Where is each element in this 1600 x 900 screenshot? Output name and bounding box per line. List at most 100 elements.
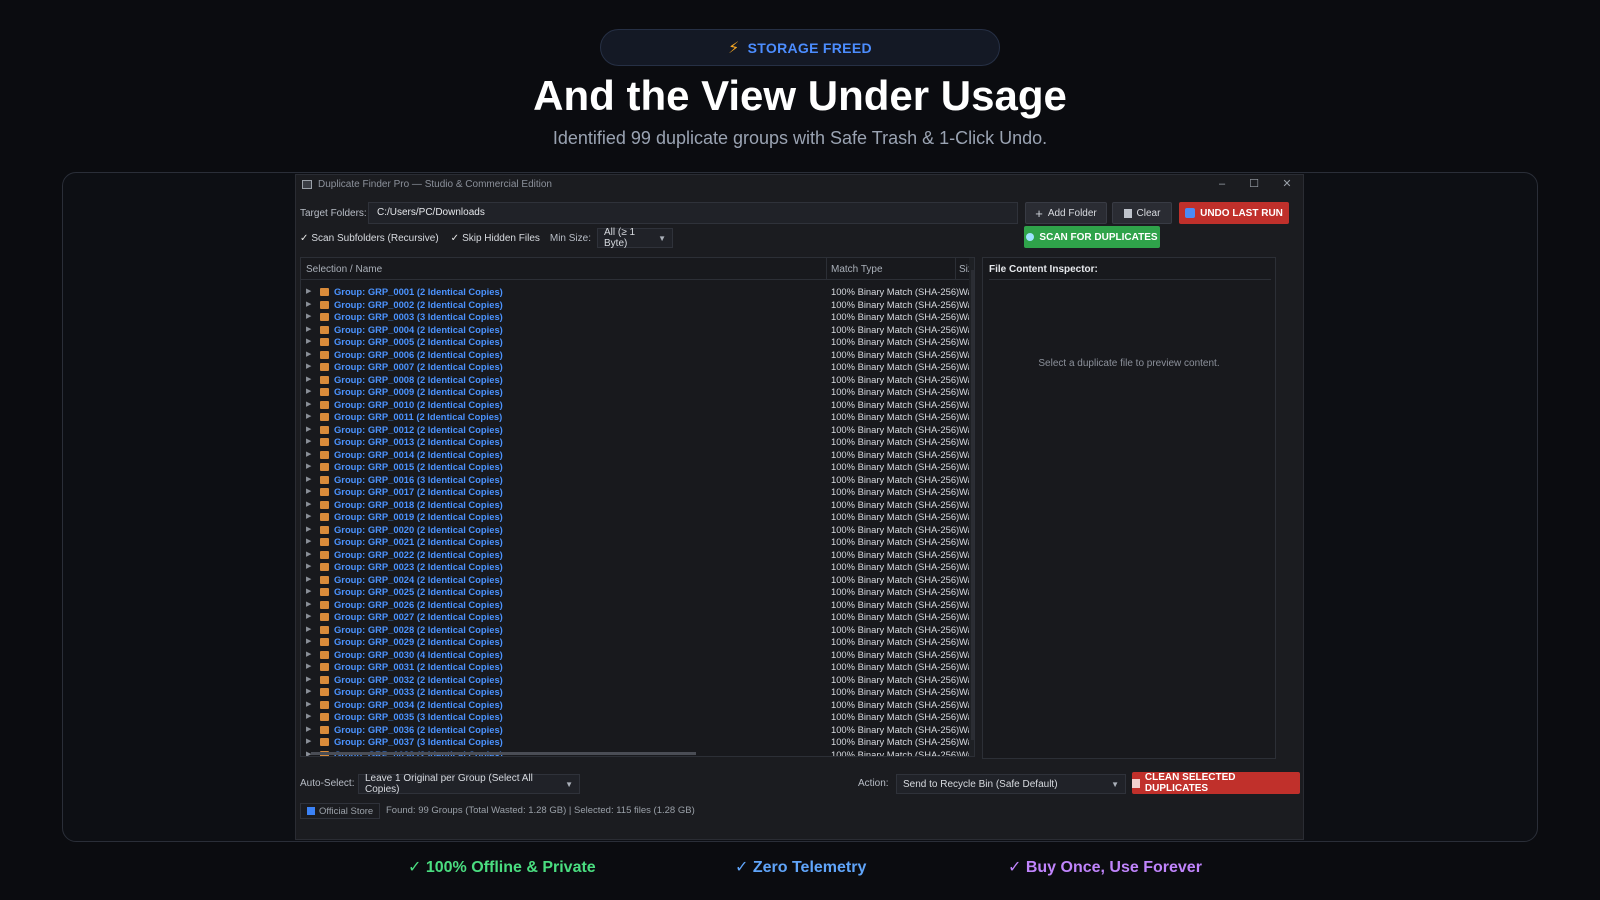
scan-subfolders-checkbox[interactable]: ✓ Scan Subfolders (Recursive) xyxy=(300,233,439,244)
expand-arrow-icon[interactable]: ▶ xyxy=(306,686,311,699)
expand-arrow-icon[interactable]: ▶ xyxy=(306,324,311,337)
table-row[interactable]: ▶ Group: GRP_0023 (2 Identical Copies) 100… xyxy=(301,561,973,574)
table-row[interactable]: ▶ Group: GRP_0006 (2 Identical Copies) 100… xyxy=(301,349,973,362)
column-selection-name[interactable]: Selection / Name xyxy=(306,264,382,275)
expand-arrow-icon[interactable]: ▶ xyxy=(306,299,311,312)
expand-arrow-icon[interactable]: ▶ xyxy=(306,474,311,487)
official-store-link[interactable]: Official Store xyxy=(300,803,381,819)
table-row[interactable]: ▶ Group: GRP_0010 (2 Identical Copies) 100… xyxy=(301,399,973,412)
expand-arrow-icon[interactable]: ▶ xyxy=(306,336,311,349)
window-title: Duplicate Finder Pro — Studio & Commerci… xyxy=(318,178,552,190)
table-row[interactable]: ▶ Group: GRP_0011 (2 Identical Copies) 100… xyxy=(301,411,973,424)
scrollbar-thumb[interactable] xyxy=(971,270,974,740)
duplicate-groups-tree[interactable]: Selection / Name Match Type Siz ▶ Group: … xyxy=(300,257,975,757)
expand-arrow-icon[interactable]: ▶ xyxy=(306,711,311,724)
expand-arrow-icon[interactable]: ▶ xyxy=(306,611,311,624)
expand-arrow-icon[interactable]: ▶ xyxy=(306,424,311,437)
expand-arrow-icon[interactable]: ▶ xyxy=(306,699,311,712)
table-row[interactable]: ▶ Group: GRP_0024 (2 Identical Copies) 100… xyxy=(301,574,973,587)
min-size-dropdown[interactable]: All (≥ 1 Byte) ▼ xyxy=(597,227,673,249)
table-row[interactable]: ▶ Group: GRP_0037 (3 Identical Copies) 100… xyxy=(301,736,973,749)
table-row[interactable]: ▶ Group: GRP_0019 (2 Identical Copies) 100… xyxy=(301,511,973,524)
table-row[interactable]: ▶ Group: GRP_0015 (2 Identical Copies) 100… xyxy=(301,461,973,474)
undo-last-run-button[interactable]: UNDO LAST RUN xyxy=(1179,202,1289,224)
table-row[interactable]: ▶ Group: GRP_0002 (2 Identical Copies) 100… xyxy=(301,299,973,312)
expand-arrow-icon[interactable]: ▶ xyxy=(306,661,311,674)
expand-arrow-icon[interactable]: ▶ xyxy=(306,561,311,574)
table-row[interactable]: ▶ Group: GRP_0034 (2 Identical Copies) 100… xyxy=(301,699,973,712)
expand-arrow-icon[interactable]: ▶ xyxy=(306,499,311,512)
action-dropdown[interactable]: Send to Recycle Bin (Safe Default) ▼ xyxy=(896,774,1126,794)
scan-for-duplicates-button[interactable]: SCAN FOR DUPLICATES xyxy=(1024,226,1160,248)
scrollbar-thumb[interactable] xyxy=(311,752,696,755)
table-row[interactable]: ▶ Group: GRP_0020 (2 Identical Copies) 100… xyxy=(301,524,973,537)
clean-selected-duplicates-button[interactable]: CLEAN SELECTED DUPLICATES xyxy=(1132,772,1300,794)
expand-arrow-icon[interactable]: ▶ xyxy=(306,724,311,737)
table-row[interactable]: ▶ Group: GRP_0009 (2 Identical Copies) 100… xyxy=(301,386,973,399)
table-row[interactable]: ▶ Group: GRP_0008 (2 Identical Copies) 100… xyxy=(301,374,973,387)
maximize-button[interactable]: ☐ xyxy=(1238,175,1270,193)
expand-arrow-icon[interactable]: ▶ xyxy=(306,411,311,424)
expand-arrow-icon[interactable]: ▶ xyxy=(306,461,311,474)
table-row[interactable]: ▶ Group: GRP_0017 (2 Identical Copies) 100… xyxy=(301,486,973,499)
expand-arrow-icon[interactable]: ▶ xyxy=(306,649,311,662)
table-row[interactable]: ▶ Group: GRP_0016 (3 Identical Copies) 100… xyxy=(301,474,973,487)
table-row[interactable]: ▶ Group: GRP_0028 (2 Identical Copies) 100… xyxy=(301,624,973,637)
expand-arrow-icon[interactable]: ▶ xyxy=(306,449,311,462)
expand-arrow-icon[interactable]: ▶ xyxy=(306,436,311,449)
expand-arrow-icon[interactable]: ▶ xyxy=(306,636,311,649)
expand-arrow-icon[interactable]: ▶ xyxy=(306,511,311,524)
expand-arrow-icon[interactable]: ▶ xyxy=(306,386,311,399)
expand-arrow-icon[interactable]: ▶ xyxy=(306,311,311,324)
close-button[interactable]: ✕ xyxy=(1271,175,1303,193)
column-divider[interactable] xyxy=(955,258,956,280)
horizontal-scrollbar[interactable] xyxy=(301,749,969,756)
table-row[interactable]: ▶ Group: GRP_0004 (2 Identical Copies) 100… xyxy=(301,324,973,337)
expand-arrow-icon[interactable]: ▶ xyxy=(306,536,311,549)
table-row[interactable]: ▶ Group: GRP_0014 (2 Identical Copies) 100… xyxy=(301,449,973,462)
expand-arrow-icon[interactable]: ▶ xyxy=(306,399,311,412)
expand-arrow-icon[interactable]: ▶ xyxy=(306,599,311,612)
add-folder-button[interactable]: + Add Folder xyxy=(1025,202,1107,224)
expand-arrow-icon[interactable]: ▶ xyxy=(306,586,311,599)
expand-arrow-icon[interactable]: ▶ xyxy=(306,736,311,749)
expand-arrow-icon[interactable]: ▶ xyxy=(306,674,311,687)
vertical-scrollbar[interactable] xyxy=(969,258,974,756)
column-divider[interactable] xyxy=(826,258,827,280)
expand-arrow-icon[interactable]: ▶ xyxy=(306,486,311,499)
table-row[interactable]: ▶ Group: GRP_0026 (2 Identical Copies) 100… xyxy=(301,599,973,612)
expand-arrow-icon[interactable]: ▶ xyxy=(306,361,311,374)
expand-arrow-icon[interactable]: ▶ xyxy=(306,349,311,362)
table-row[interactable]: ▶ Group: GRP_0005 (2 Identical Copies) 100… xyxy=(301,336,973,349)
table-row[interactable]: ▶ Group: GRP_0027 (2 Identical Copies) 100… xyxy=(301,611,973,624)
table-row[interactable]: ▶ Group: GRP_0032 (2 Identical Copies) 100… xyxy=(301,674,973,687)
skip-hidden-checkbox[interactable]: ✓ Skip Hidden Files xyxy=(451,233,540,244)
minimize-button[interactable]: – xyxy=(1206,175,1238,193)
table-row[interactable]: ▶ Group: GRP_0031 (2 Identical Copies) 100… xyxy=(301,661,973,674)
table-row[interactable]: ▶ Group: GRP_0001 (2 Identical Copies) 100… xyxy=(301,286,973,299)
expand-arrow-icon[interactable]: ▶ xyxy=(306,374,311,387)
table-row[interactable]: ▶ Group: GRP_0030 (4 Identical Copies) 100… xyxy=(301,649,973,662)
table-row[interactable]: ▶ Group: GRP_0007 (2 Identical Copies) 100… xyxy=(301,361,973,374)
table-row[interactable]: ▶ Group: GRP_0033 (2 Identical Copies) 100… xyxy=(301,686,973,699)
table-row[interactable]: ▶ Group: GRP_0012 (2 Identical Copies) 100… xyxy=(301,424,973,437)
table-row[interactable]: ▶ Group: GRP_0021 (2 Identical Copies) 100… xyxy=(301,536,973,549)
expand-arrow-icon[interactable]: ▶ xyxy=(306,624,311,637)
table-row[interactable]: ▶ Group: GRP_0036 (2 Identical Copies) 100… xyxy=(301,724,973,737)
table-row[interactable]: ▶ Group: GRP_0022 (2 Identical Copies) 100… xyxy=(301,549,973,562)
expand-arrow-icon[interactable]: ▶ xyxy=(306,286,311,299)
expand-arrow-icon[interactable]: ▶ xyxy=(306,524,311,537)
target-folder-input[interactable]: C:/Users/PC/Downloads xyxy=(368,202,1018,224)
table-row[interactable]: ▶ Group: GRP_0018 (2 Identical Copies) 100… xyxy=(301,499,973,512)
table-row[interactable]: ▶ Group: GRP_0029 (2 Identical Copies) 100… xyxy=(301,636,973,649)
column-match-type[interactable]: Match Type xyxy=(831,264,883,275)
expand-arrow-icon[interactable]: ▶ xyxy=(306,574,311,587)
auto-select-dropdown[interactable]: Leave 1 Original per Group (Select All C… xyxy=(358,773,580,795)
table-row[interactable]: ▶ Group: GRP_0003 (3 Identical Copies) 100… xyxy=(301,311,973,324)
table-row[interactable]: ▶ Group: GRP_0035 (3 Identical Copies) 100… xyxy=(301,711,973,724)
expand-arrow-icon[interactable]: ▶ xyxy=(306,549,311,562)
table-row[interactable]: ▶ Group: GRP_0025 (2 Identical Copies) 100… xyxy=(301,586,973,599)
store-label: Official Store xyxy=(319,805,374,817)
clear-button[interactable]: Clear xyxy=(1112,202,1172,224)
table-row[interactable]: ▶ Group: GRP_0013 (2 Identical Copies) 100… xyxy=(301,436,973,449)
